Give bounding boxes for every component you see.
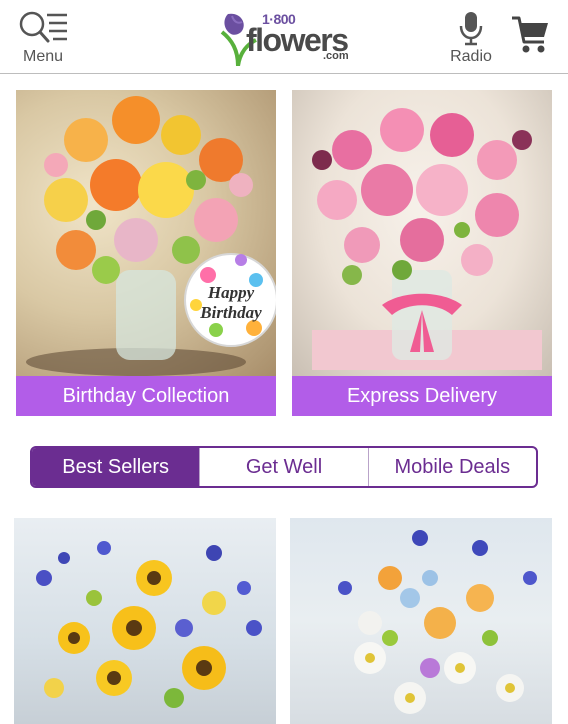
express-bouquet-image bbox=[292, 90, 552, 376]
brand-logo[interactable]: 1·800 flowers .com bbox=[218, 8, 352, 68]
sunflower-bouquet-image bbox=[36, 541, 262, 708]
birthday-bouquet-illustration: Happy Birthday bbox=[26, 96, 276, 376]
birthday-collection-tile[interactable]: Happy Birthday Birthday Collection bbox=[16, 90, 276, 416]
radio-button[interactable]: Radio bbox=[446, 10, 496, 66]
balloon-line2: Birthday bbox=[199, 303, 262, 322]
logo-suffix: .com bbox=[323, 50, 349, 62]
express-delivery-caption: Express Delivery bbox=[292, 376, 552, 416]
mixed-bouquet-image bbox=[338, 530, 537, 714]
express-delivery-tile[interactable]: Express Delivery bbox=[292, 90, 552, 416]
cart-icon bbox=[512, 16, 548, 53]
menu-button[interactable]: Menu bbox=[14, 10, 72, 66]
product-tile-sunflowers[interactable] bbox=[14, 518, 276, 724]
birthday-collection-caption: Birthday Collection bbox=[16, 376, 276, 416]
category-tabs: Best Sellers Get Well Mobile Deals bbox=[30, 446, 538, 488]
product-tile-mixed-bouquet[interactable] bbox=[290, 518, 552, 724]
app-header: Menu 1·800 flowers .com Radio bbox=[0, 0, 568, 74]
tab-best-sellers[interactable]: Best Sellers bbox=[32, 448, 201, 486]
cart-button[interactable] bbox=[508, 14, 552, 56]
express-bouquet-illustration bbox=[312, 108, 542, 370]
radio-label: Radio bbox=[450, 48, 492, 65]
tab-mobile-deals[interactable]: Mobile Deals bbox=[369, 448, 536, 486]
balloon-line1: Happy bbox=[207, 283, 255, 302]
birthday-bouquet-image: Happy Birthday bbox=[16, 90, 276, 376]
search-menu-icon bbox=[19, 11, 67, 43]
tab-get-well[interactable]: Get Well bbox=[200, 448, 369, 486]
menu-label: Menu bbox=[22, 48, 64, 65]
microphone-icon bbox=[459, 12, 483, 46]
